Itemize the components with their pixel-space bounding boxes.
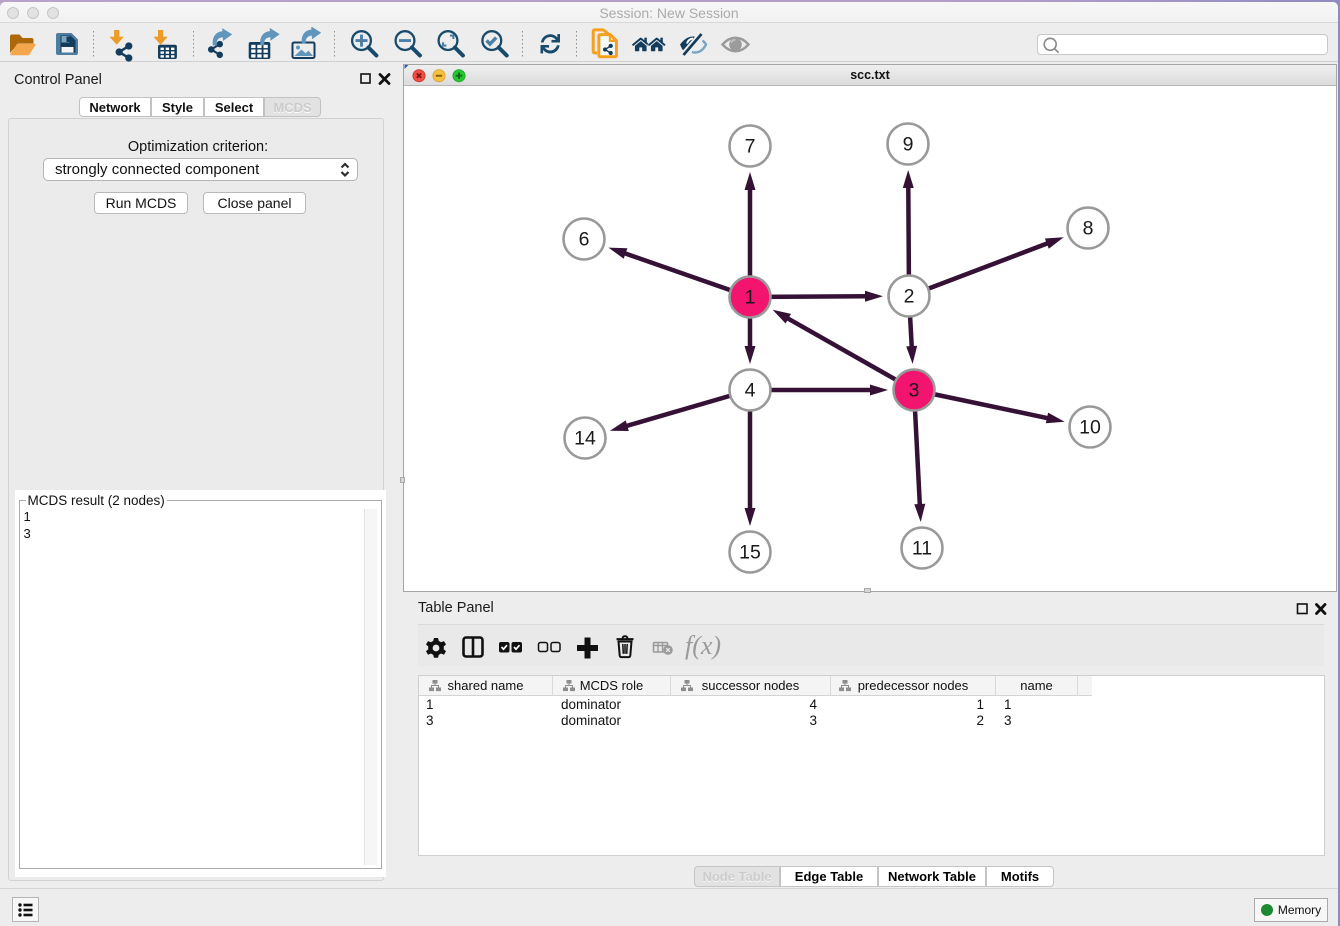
svg-text:6: 6 <box>579 229 590 251</box>
svg-text:11: 11 <box>912 538 932 560</box>
svg-text:2: 2 <box>904 286 915 308</box>
svg-text:f(x): f(x) <box>685 631 721 660</box>
svg-text:1: 1 <box>745 287 756 309</box>
svg-text:14: 14 <box>574 428 596 450</box>
svg-text:8: 8 <box>1083 218 1094 240</box>
svg-text:7: 7 <box>745 136 756 158</box>
svg-text:3: 3 <box>909 380 920 402</box>
svg-text:15: 15 <box>739 542 761 564</box>
svg-text:10: 10 <box>1079 417 1101 439</box>
svg-text:4: 4 <box>745 380 756 402</box>
svg-text:9: 9 <box>903 134 914 156</box>
